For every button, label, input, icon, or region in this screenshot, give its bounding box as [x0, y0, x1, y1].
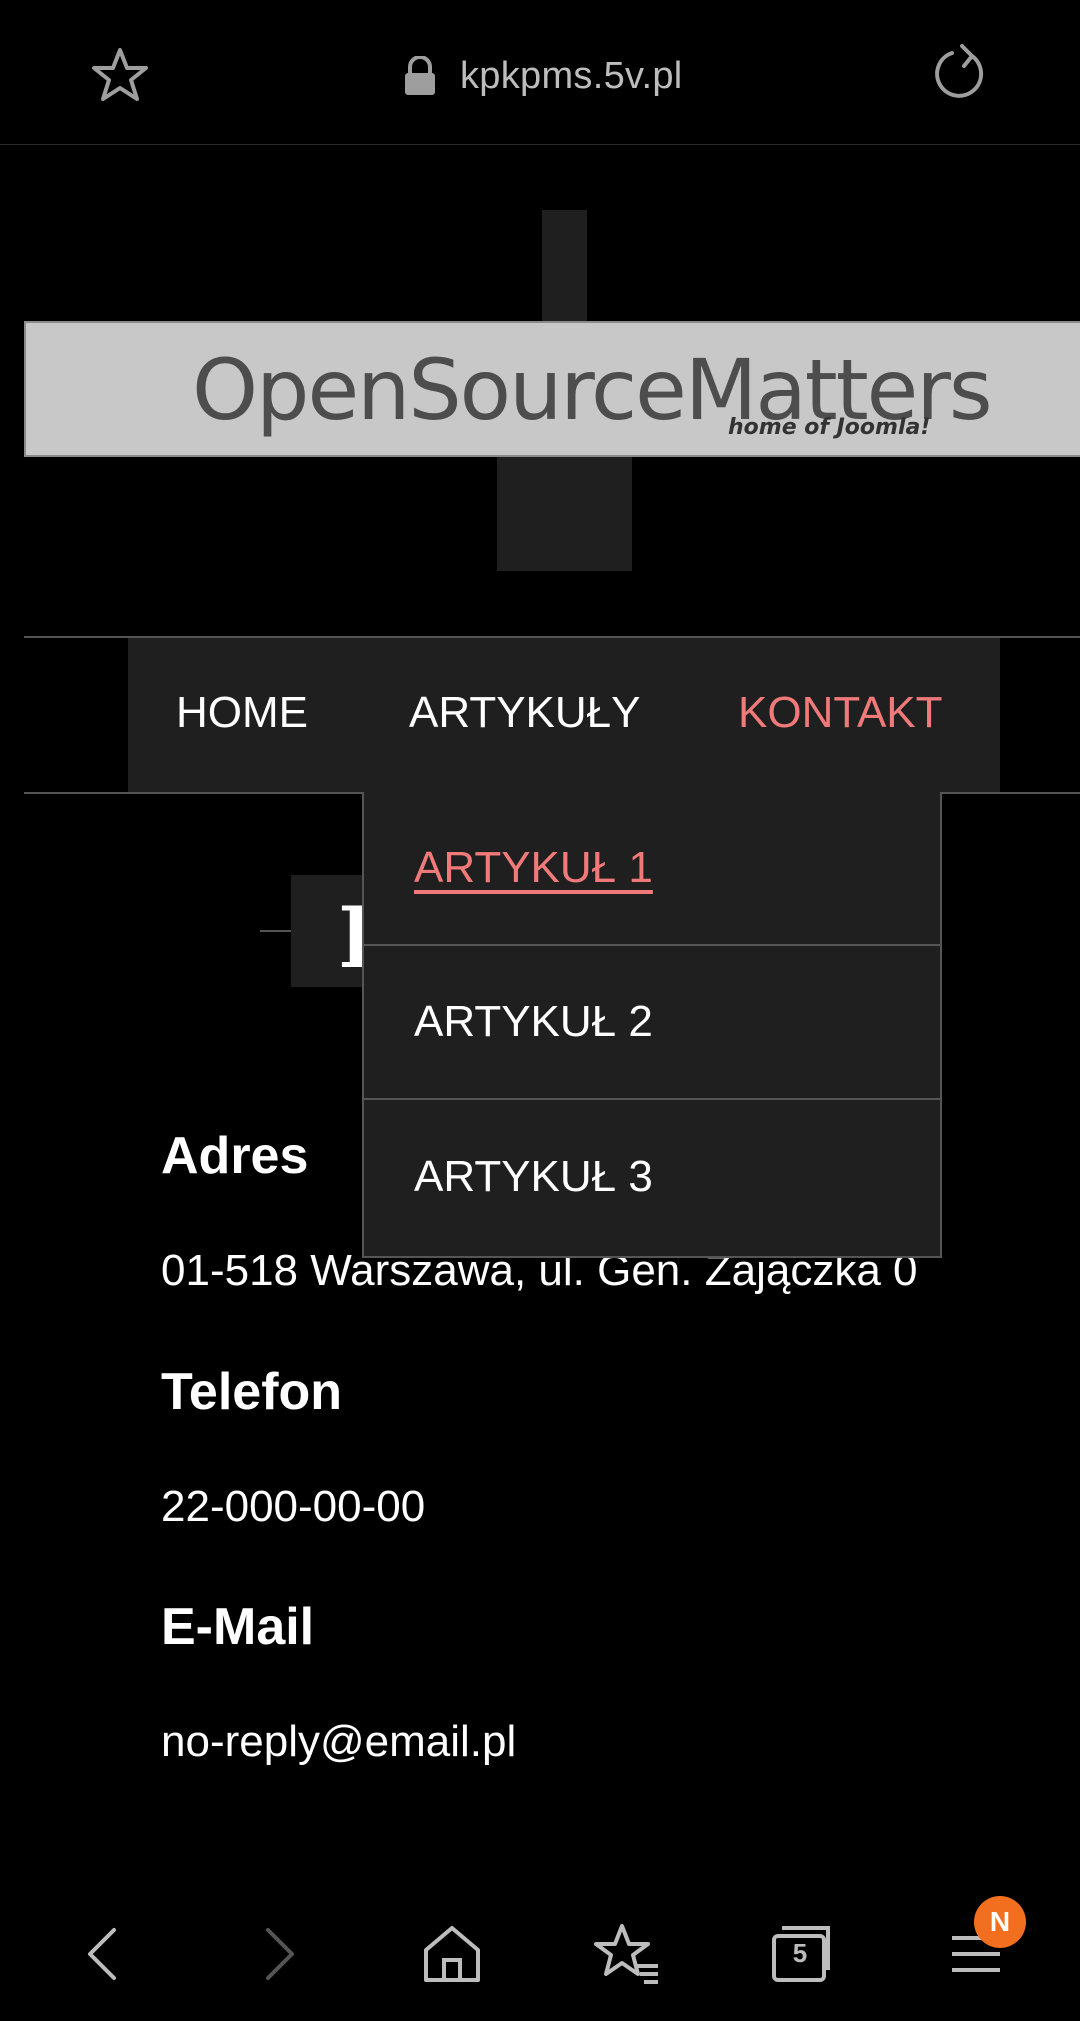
menu-notification-badge: N [974, 1896, 1026, 1948]
logo-subtitle: home of Joomla! [728, 415, 931, 440]
header-decoration-top [542, 210, 587, 322]
main-nav: HOME ARTYKUŁY KONTAKT [128, 638, 1000, 792]
browser-top-bar: kpkpms.5v.pl [0, 0, 1080, 145]
nav-item-home[interactable]: HOME [176, 688, 308, 738]
dropdown-item-artykul-1[interactable]: ARTYKUŁ 1 [364, 792, 940, 946]
tabs-icon[interactable]: 5 [764, 1918, 836, 1990]
forward-icon[interactable] [242, 1918, 314, 1990]
star-icon[interactable] [88, 44, 152, 108]
lock-icon [402, 55, 438, 96]
email-value[interactable]: no-reply@email.pl [161, 1717, 516, 1767]
nav-item-kontakt[interactable]: KONTAKT [738, 688, 943, 738]
reload-icon[interactable] [928, 42, 992, 106]
browser-bottom-bar: 5 [0, 1890, 1080, 2021]
dropdown-item-artykul-2[interactable]: ARTYKUŁ 2 [364, 946, 940, 1100]
bookmarks-icon[interactable] [592, 1918, 664, 1990]
address-bar[interactable]: kpkpms.5v.pl [402, 50, 683, 102]
telefon-value[interactable]: 22-000-00-00 [161, 1482, 425, 1532]
artykuly-dropdown: ARTYKUŁ 1 ARTYKUŁ 2 ARTYKUŁ 3 [362, 792, 942, 1258]
url-text: kpkpms.5v.pl [460, 54, 683, 97]
telefon-label: Telefon [161, 1363, 343, 1421]
tabs-count: 5 [792, 1938, 808, 1968]
back-icon[interactable] [68, 1918, 140, 1990]
email-label: E-Mail [161, 1598, 315, 1656]
site-logo[interactable]: OpenSourceMatters home of Joomla! [24, 321, 1080, 457]
header-decoration-bottom [497, 457, 632, 571]
adres-label: Adres [161, 1127, 309, 1185]
home-icon[interactable] [416, 1918, 488, 1990]
nav-item-artykuly[interactable]: ARTYKUŁY [409, 688, 641, 738]
dropdown-item-artykul-3[interactable]: ARTYKUŁ 3 [364, 1100, 940, 1254]
